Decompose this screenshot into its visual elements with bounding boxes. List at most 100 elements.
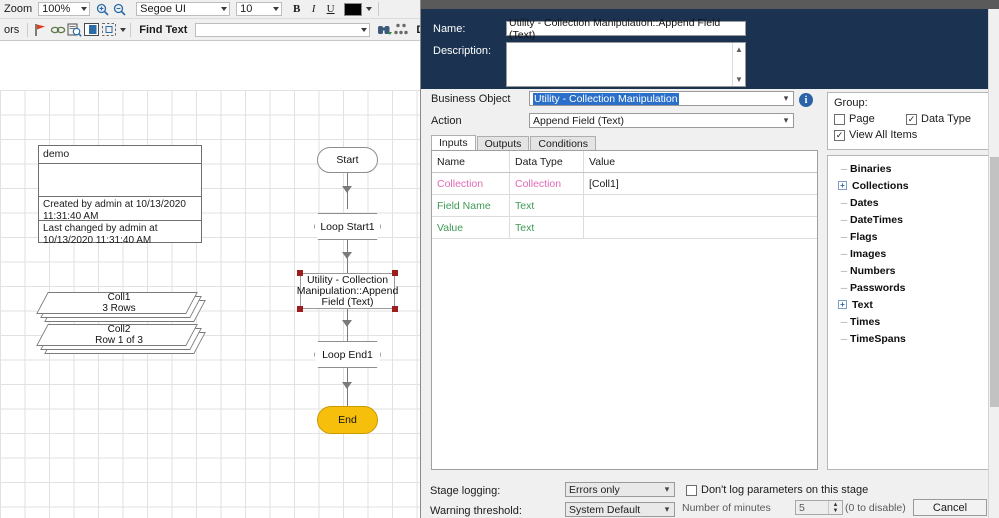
chevron-down-icon[interactable] <box>120 27 127 32</box>
bold-label: B <box>292 3 301 15</box>
tree-item-times[interactable]: ─ Times <box>828 313 990 330</box>
name-input-value: Utility - Collection Manipulation::Appen… <box>509 16 721 41</box>
cancel-button[interactable]: Cancel <box>913 499 987 516</box>
tree-item-label: TimeSpans <box>850 332 906 345</box>
flow-node-start[interactable]: Start <box>317 147 378 173</box>
find-next-icon[interactable] <box>376 22 393 38</box>
window-scrollbar[interactable] <box>988 9 999 518</box>
find-text-input[interactable] <box>195 22 371 37</box>
scrollbar-thumb[interactable] <box>990 157 999 407</box>
parameters-grid[interactable]: Name Data Type Value Collection Collecti… <box>431 150 818 470</box>
tree-line-icon: ─ <box>840 265 848 276</box>
note-created-text: Created by admin at 10/13/2020 11:31:40 … <box>39 197 201 222</box>
checkbox-view-all-items[interactable]: ✓ View All Items <box>828 125 990 141</box>
search-properties-icon[interactable] <box>66 22 83 38</box>
chain-link-icon[interactable] <box>49 22 66 38</box>
collection-name: Coll1 <box>107 292 131 303</box>
param-datatype: Text <box>510 217 584 238</box>
collection-shape-coll2[interactable]: Coll2 Row 1 of 3 <box>24 322 214 358</box>
description-textarea[interactable]: ▲ ▼ <box>506 42 746 87</box>
expand-icon[interactable]: + <box>838 300 847 309</box>
action-combo[interactable]: Append Field (Text) ▾ <box>529 113 794 128</box>
collection-shape-coll1[interactable]: Coll1 3 Rows <box>24 290 214 326</box>
italic-button[interactable]: I <box>305 1 322 17</box>
zoom-level-combo[interactable]: 100% <box>38 2 91 16</box>
info-icon[interactable]: i <box>799 93 813 107</box>
expand-icon[interactable]: + <box>838 181 847 190</box>
param-value[interactable] <box>584 217 817 238</box>
minutes-value: 5 <box>799 501 805 514</box>
checkbox-dont-log-parameters[interactable]: Don't log parameters on this stage <box>686 484 868 496</box>
tab-outputs[interactable]: Outputs <box>476 136 530 151</box>
param-value[interactable]: [Coll1] <box>584 173 817 194</box>
selection-handle[interactable] <box>297 306 303 312</box>
tree-item-flags[interactable]: ─ Flags <box>828 228 990 245</box>
font-size-combo[interactable]: 10 <box>236 2 283 16</box>
tree-item-datetimes[interactable]: ─ DateTimes <box>828 211 990 228</box>
minutes-stepper[interactable]: 5 ▲ ▼ <box>795 500 843 515</box>
tree-item-timespans[interactable]: ─ TimeSpans <box>828 330 990 347</box>
note-title: demo <box>39 146 201 164</box>
tree-item-collections[interactable]: + Collections <box>828 177 990 194</box>
warning-threshold-combo[interactable]: System Default ▾ <box>565 502 675 517</box>
name-input[interactable]: Utility - Collection Manipulation::Appen… <box>506 17 746 41</box>
cancel-button-label: Cancel <box>932 501 968 514</box>
chevron-down-icon[interactable] <box>366 7 373 11</box>
note-shape[interactable]: demo Created by admin at 10/13/2020 11:3… <box>38 145 202 246</box>
selection-handle[interactable] <box>392 306 398 312</box>
tree-line-icon: ─ <box>840 214 848 225</box>
tree-item-text[interactable]: + Text <box>828 296 990 313</box>
action-properties-dialog: Name: Utility - Collection Manipulation:… <box>420 0 999 518</box>
flow-node-loop-start[interactable]: Loop Start1 <box>314 213 381 240</box>
business-object-combo[interactable]: Utility - Collection Manipulation ▾ <box>529 91 794 106</box>
table-row[interactable]: Value Text <box>432 217 817 239</box>
stage-logging-combo[interactable]: Errors only ▾ <box>565 482 675 497</box>
panel-toggle-icon[interactable] <box>83 22 100 38</box>
zoom-out-icon[interactable] <box>111 1 128 17</box>
font-family-combo[interactable]: Segoe UI <box>136 2 231 16</box>
colors-label-truncated: ors <box>4 23 20 36</box>
tree-line-icon: ─ <box>840 282 848 293</box>
stepper-down-icon[interactable]: ▼ <box>833 508 839 514</box>
tree-line-icon: ─ <box>840 333 848 344</box>
data-items-tree[interactable]: ─ Binaries + Collections ─ Dates ─ DateT… <box>827 155 991 470</box>
tree-item-label: Collections <box>852 179 909 192</box>
tab-conditions[interactable]: Conditions <box>530 136 597 151</box>
flow-node-action-selected[interactable]: Utility - Collection Manipulation::Appen… <box>297 273 398 309</box>
parameter-tabs: Inputs Outputs Conditions <box>431 135 597 151</box>
flow-arrow-icon <box>342 382 352 389</box>
checkbox-data-type[interactable]: ✓ Data Type <box>906 113 971 125</box>
dialog-titlebar[interactable] <box>421 0 999 9</box>
font-color-swatch[interactable] <box>344 2 363 16</box>
tab-inputs[interactable]: Inputs <box>431 135 476 151</box>
underline-button[interactable]: U <box>322 1 339 17</box>
bold-button[interactable]: B <box>288 1 305 17</box>
zoom-in-icon[interactable] <box>94 1 111 17</box>
dependencies-icon[interactable] <box>393 22 410 38</box>
chevron-down-icon: ▾ <box>664 484 670 494</box>
number-of-minutes-label: Number of minutes <box>682 502 771 514</box>
red-flag-icon[interactable] <box>32 22 49 38</box>
stepper-arrows-icon[interactable]: ▲ ▼ <box>828 501 842 514</box>
selection-handle[interactable] <box>392 270 398 276</box>
tree-item-images[interactable]: ─ Images <box>828 245 990 262</box>
selection-handle[interactable] <box>297 270 303 276</box>
table-row[interactable]: Collection Collection [Coll1] <box>432 173 817 195</box>
chevron-down-icon[interactable]: ▼ <box>735 75 743 84</box>
description-scrollbar[interactable]: ▲ ▼ <box>732 43 745 86</box>
param-name: Field Name <box>432 195 510 216</box>
tree-item-binaries[interactable]: ─ Binaries <box>828 160 990 177</box>
tree-item-numbers[interactable]: ─ Numbers <box>828 262 990 279</box>
chevron-up-icon[interactable]: ▲ <box>735 45 743 54</box>
note-changed-text: Last changed by admin at 10/13/2020 11:3… <box>43 223 158 246</box>
group-title: Group: <box>834 97 868 109</box>
checkbox-page[interactable]: Page <box>834 113 906 125</box>
flow-node-end[interactable]: End <box>317 406 378 434</box>
tree-item-passwords[interactable]: ─ Passwords <box>828 279 990 296</box>
tree-item-dates[interactable]: ─ Dates <box>828 194 990 211</box>
flow-node-loop-end[interactable]: Loop End1 <box>314 341 381 368</box>
marquee-select-icon[interactable] <box>100 22 117 38</box>
table-row[interactable]: Field Name Text <box>432 195 817 217</box>
param-value[interactable] <box>584 195 817 216</box>
business-object-value: Utility - Collection Manipulation <box>533 92 679 105</box>
